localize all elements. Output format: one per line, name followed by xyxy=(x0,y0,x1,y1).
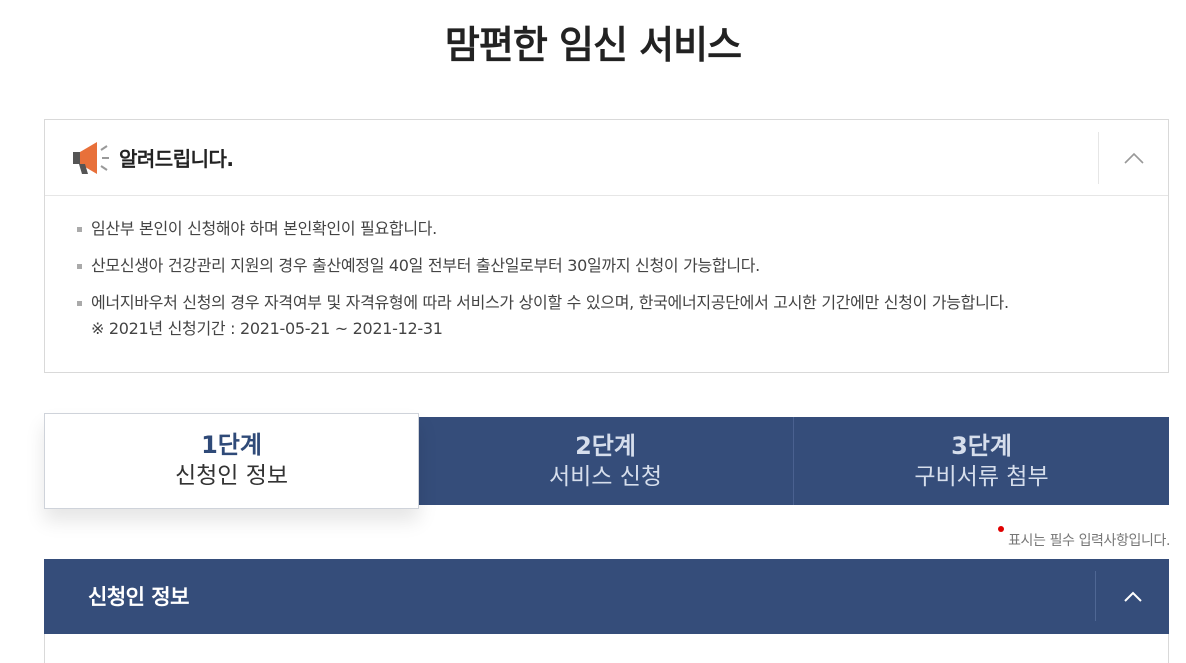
step-number: 3단계 xyxy=(951,432,1012,460)
notice-item-text: 에너지바우처 신청의 경우 자격여부 및 자격유형에 따라 서비스가 상이할 수… xyxy=(91,293,1009,312)
notice-collapse-button[interactable] xyxy=(1098,132,1168,184)
chevron-up-icon xyxy=(1123,149,1144,168)
bullet xyxy=(77,264,82,269)
notice-panel: 알려드립니다. 임산부 본인이 신청해야 하며 본인확인이 필요합니다. 산모신… xyxy=(44,119,1169,373)
bullet xyxy=(77,227,82,232)
applicant-info-section-header: 신청인 정보 xyxy=(44,559,1169,634)
notice-item: 에너지바우처 신청의 경우 자격여부 및 자격유형에 따라 서비스가 상이할 수… xyxy=(75,292,1168,340)
application-period-note: ※ 2021년 신청기간 : 2021-05-21 ~ 2021-12-31 xyxy=(91,319,443,338)
notice-body: 임산부 본인이 신청해야 하며 본인확인이 필요합니다. 산모신생아 건강관리 … xyxy=(45,196,1168,340)
required-field-note: 표시는 필수 입력사항입니다. xyxy=(998,526,1170,550)
megaphone-icon xyxy=(69,136,113,180)
notice-item-text: 산모신생아 건강관리 지원의 경우 출산예정일 40일 전부터 출산일로부터 3… xyxy=(91,256,760,275)
step-label: 구비서류 첨부 xyxy=(914,464,1049,490)
page-title: 맘편한 임신 서비스 xyxy=(444,23,742,67)
notice-item: 임산부 본인이 신청해야 하며 본인확인이 필요합니다. xyxy=(75,218,1168,240)
required-note-text: 표시는 필수 입력사항입니다. xyxy=(1008,533,1170,549)
notice-header: 알려드립니다. xyxy=(45,120,1168,196)
chevron-up-icon xyxy=(1123,587,1143,606)
section-title: 신청인 정보 xyxy=(88,585,189,609)
required-marker xyxy=(998,526,1005,532)
step-number: 2단계 xyxy=(575,432,636,460)
step-tab-2[interactable]: 2단계 서비스 신청 xyxy=(418,417,794,505)
step-label: 서비스 신청 xyxy=(548,464,663,490)
bullet xyxy=(77,301,82,306)
notice-title: 알려드립니다. xyxy=(119,147,234,171)
notice-item: 산모신생아 건강관리 지원의 경우 출산예정일 40일 전부터 출산일로부터 3… xyxy=(75,255,1168,277)
section-body xyxy=(44,634,1169,663)
notice-item-text: 임산부 본인이 신청해야 하며 본인확인이 필요합니다. xyxy=(91,219,437,238)
step-tab-1[interactable]: 1단계 신청인 정보 xyxy=(44,413,419,509)
step-tabs: 2단계 서비스 신청 3단계 구비서류 첨부 1단계 신청인 정보 xyxy=(44,413,1169,509)
step-tab-3[interactable]: 3단계 구비서류 첨부 xyxy=(794,417,1169,505)
step-label: 신청인 정보 xyxy=(174,463,289,489)
section-collapse-button[interactable] xyxy=(1095,571,1169,621)
step-number: 1단계 xyxy=(201,431,262,459)
